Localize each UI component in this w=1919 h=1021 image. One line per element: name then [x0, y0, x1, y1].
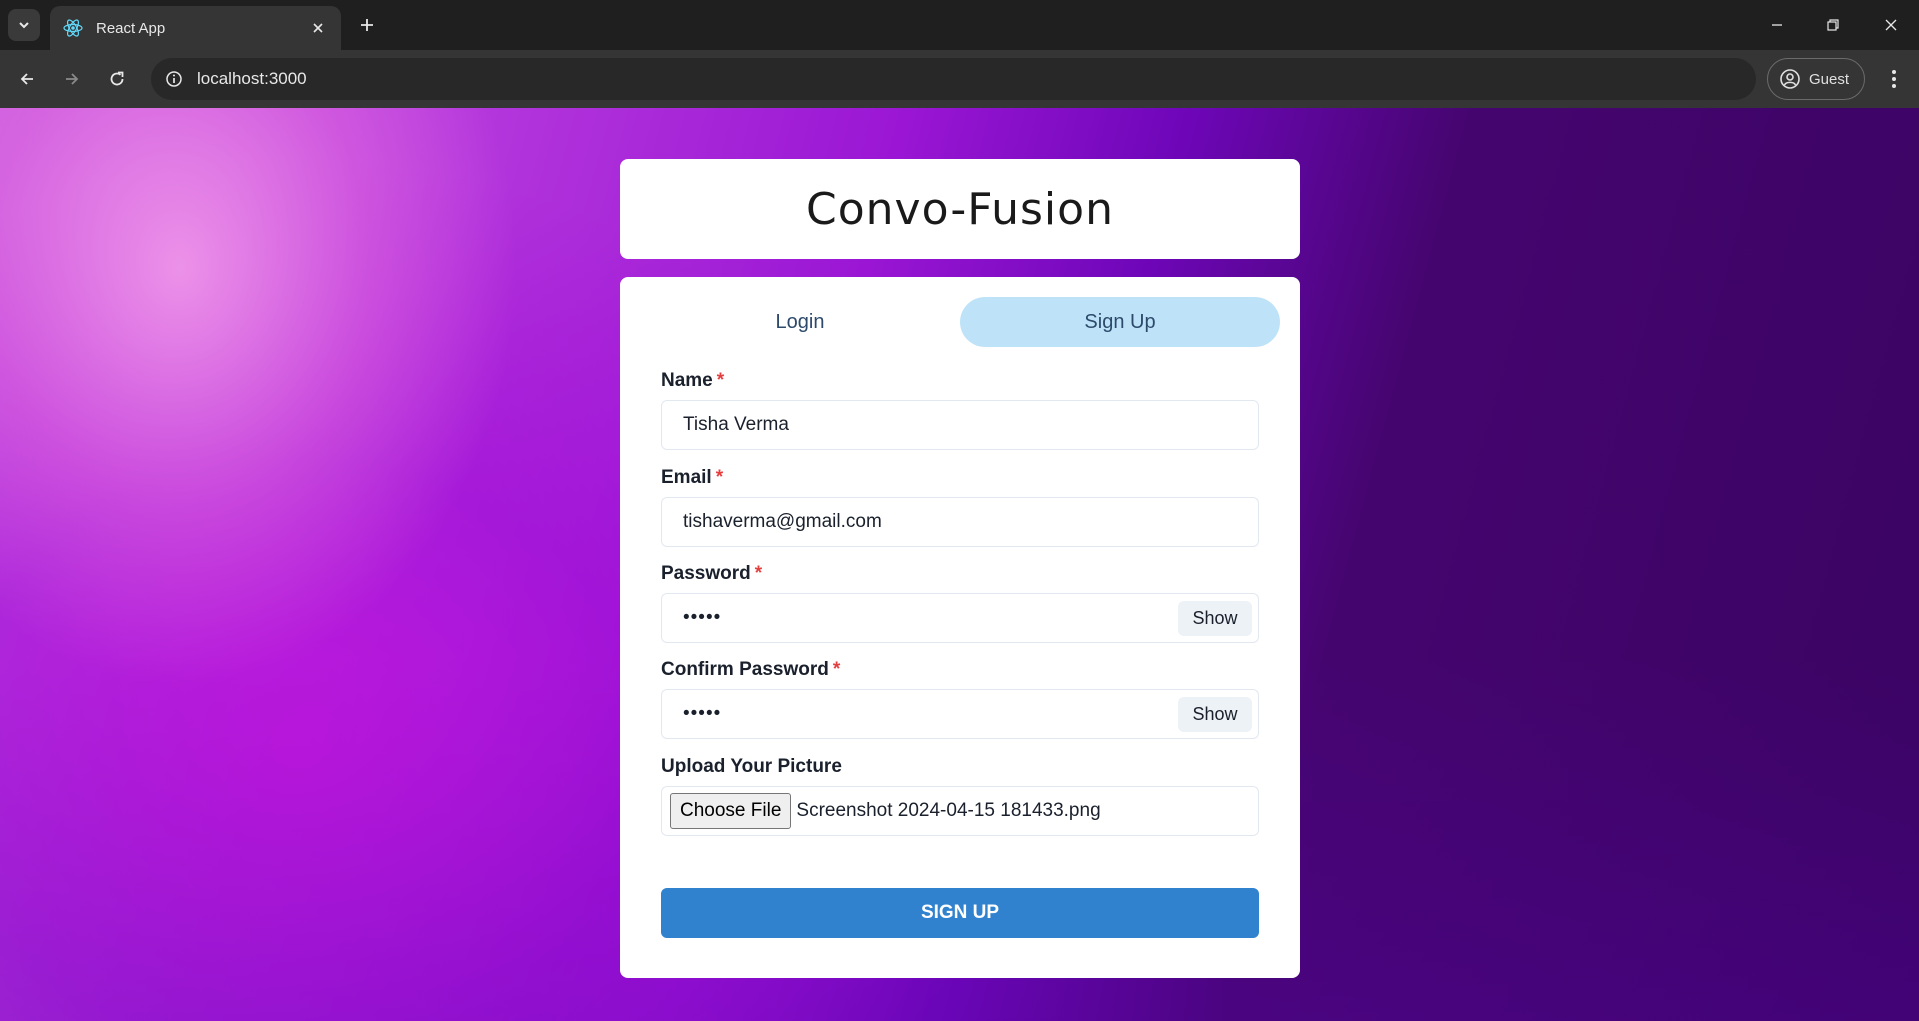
name-value: Tisha Verma — [683, 414, 789, 435]
title-card: Convo-Fusion — [620, 159, 1300, 259]
restore-icon[interactable] — [1818, 10, 1848, 40]
required-mark: * — [754, 563, 763, 584]
site-info-icon[interactable] — [163, 68, 185, 90]
show-confirm-password-button[interactable]: Show — [1178, 697, 1252, 732]
sign-up-button[interactable]: SIGN UP — [661, 888, 1259, 938]
tab-search-button[interactable] — [8, 9, 40, 41]
back-arrow-icon[interactable] — [12, 64, 42, 94]
name-label: Name * — [661, 370, 724, 392]
more-vert-icon[interactable] — [1879, 64, 1909, 94]
email-label-text: Email — [661, 467, 712, 488]
file-name: Screenshot 2024-04-15 181433.png — [796, 800, 1101, 821]
app-title: Convo-Fusion — [806, 183, 1114, 235]
show-password-button[interactable]: Show — [1178, 601, 1252, 636]
password-label: Password * — [661, 563, 762, 585]
email-label: Email * — [661, 467, 723, 489]
password-value: ••••• — [683, 607, 722, 628]
profile-button[interactable]: Guest — [1767, 58, 1865, 100]
page-viewport: Convo-Fusion Login Sign Up Name * Tisha V… — [0, 108, 1919, 1021]
email-input[interactable]: tishaverma@gmail.com — [661, 497, 1259, 547]
password-input[interactable]: ••••• Show — [661, 593, 1259, 643]
profile-label: Guest — [1809, 70, 1850, 88]
required-mark: * — [716, 370, 725, 391]
reload-icon[interactable] — [102, 64, 132, 94]
confirm-password-label: Confirm Password * — [661, 659, 840, 681]
required-mark: * — [832, 659, 841, 680]
choose-file-button[interactable]: Choose File — [670, 793, 792, 829]
auth-tabs: Login Sign Up — [640, 297, 1280, 347]
chevron-down-icon — [19, 22, 29, 29]
name-input[interactable]: Tisha Verma — [661, 400, 1259, 450]
confirm-password-input[interactable]: ••••• Show — [661, 689, 1259, 739]
confirm-password-value: ••••• — [683, 703, 722, 724]
close-window-icon[interactable] — [1876, 10, 1906, 40]
tab-signup[interactable]: Sign Up — [960, 297, 1280, 347]
picture-file-input[interactable]: Choose File Screenshot 2024-04-15 181433… — [661, 786, 1259, 836]
picture-label: Upload Your Picture — [661, 756, 842, 777]
name-label-text: Name — [661, 370, 713, 391]
address-bar[interactable]: localhost:3000 — [151, 58, 1756, 100]
close-tab-icon[interactable] — [307, 17, 329, 39]
new-tab-icon[interactable] — [354, 12, 380, 38]
confirm-password-label-text: Confirm Password — [661, 659, 829, 680]
minimize-icon[interactable] — [1762, 10, 1792, 40]
forward-arrow-icon[interactable] — [57, 64, 87, 94]
browser-tab[interactable]: React App — [50, 6, 341, 50]
tab-login[interactable]: Login — [640, 297, 960, 347]
address-url: localhost:3000 — [197, 69, 307, 88]
email-value: tishaverma@gmail.com — [683, 511, 882, 532]
browser-tabstrip: React App — [0, 0, 1919, 50]
react-atom-icon — [62, 17, 84, 39]
account-circle-icon — [1780, 69, 1800, 89]
tab-title: React App — [96, 19, 166, 37]
required-mark: * — [715, 467, 724, 488]
password-label-text: Password — [661, 563, 751, 584]
browser-toolbar: localhost:3000 Guest — [0, 50, 1919, 108]
auth-card: Login Sign Up Name * Tisha Verma Email * t… — [620, 277, 1300, 978]
